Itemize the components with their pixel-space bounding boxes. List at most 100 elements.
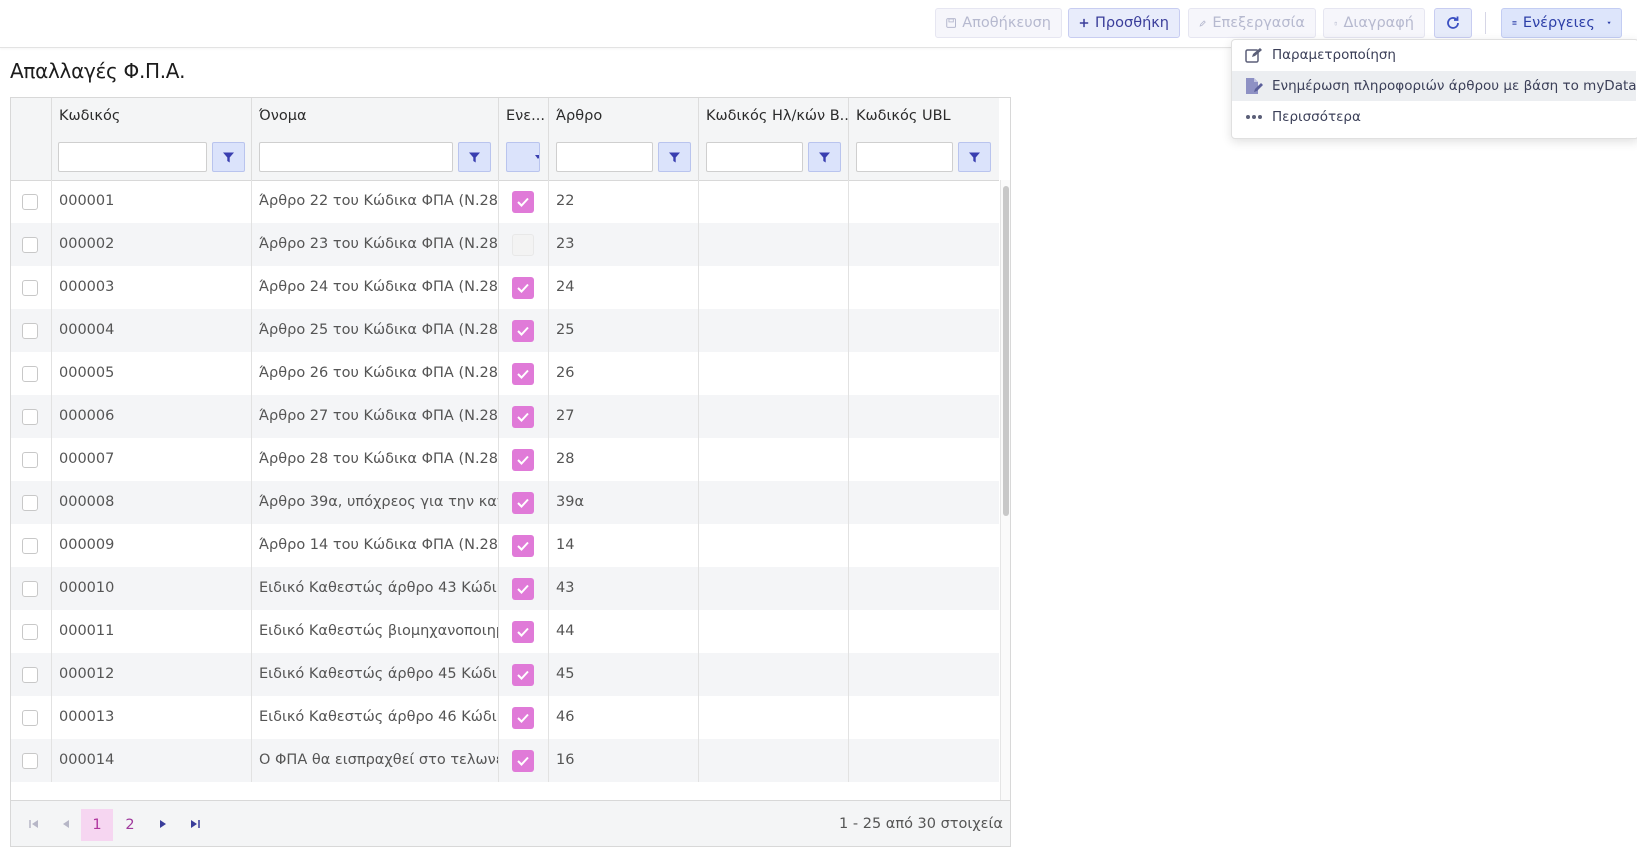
row-select-checkbox[interactable]	[22, 710, 38, 726]
save-button[interactable]: Αποθήκευση	[935, 8, 1062, 38]
menu-item-more[interactable]: Περισσότερα	[1232, 102, 1636, 132]
check-icon	[517, 670, 529, 680]
active-checkbox-checked[interactable]	[512, 578, 534, 600]
table-row[interactable]: 000005Άρθρο 26 του Κώδικα ΦΠΑ (Ν.2859/2 2…	[11, 352, 999, 395]
row-select-checkbox[interactable]	[22, 452, 38, 468]
row-select-checkbox[interactable]	[22, 753, 38, 769]
einvoice-code-filter-button[interactable]	[808, 142, 841, 172]
article-filter-button[interactable]	[658, 142, 691, 172]
scrollbar-thumb[interactable]	[1003, 186, 1009, 516]
table-row[interactable]: 000008Άρθρο 39α, υπόχρεος για την καταβο…	[11, 481, 999, 524]
article-filter-input[interactable]	[556, 142, 653, 172]
active-checkbox-checked[interactable]	[512, 621, 534, 643]
edit-button[interactable]: Επεξεργασία	[1188, 8, 1316, 38]
cell-code: 000001	[51, 180, 251, 223]
table-row[interactable]: 000007Άρθρο 28 του Κώδικα ΦΠΑ (Ν.2859/2 2…	[11, 438, 999, 481]
column-header-article[interactable]: Άρθρο	[548, 98, 698, 134]
first-page-button[interactable]	[21, 811, 47, 837]
table-row[interactable]: 000012Ειδικό Καθεστώς άρθρο 45 Κώδικα Φ 4…	[11, 653, 999, 696]
menu-item-update-article-info[interactable]: Ενημέρωση πληροφοριών άρθρου με βάση το …	[1232, 71, 1637, 101]
row-select-checkbox[interactable]	[22, 194, 38, 210]
add-button-label: Προσθήκη	[1095, 15, 1169, 31]
einvoice-code-filter-input[interactable]	[706, 142, 803, 172]
active-checkbox-checked[interactable]	[512, 750, 534, 772]
add-button[interactable]: Προσθήκη	[1068, 8, 1180, 38]
column-header-name[interactable]: Όνομα	[251, 98, 498, 134]
row-select-checkbox[interactable]	[22, 323, 38, 339]
table-row[interactable]: 000011 Ειδικό Καθεστώς βιομηχανοποιημέν 44	[11, 610, 999, 653]
cell-einvoice-code	[698, 395, 848, 438]
caret-down-icon	[535, 155, 539, 159]
cell-ubl-code	[848, 653, 998, 696]
row-select-checkbox[interactable]	[22, 538, 38, 554]
page-button-1[interactable]: 1	[81, 809, 113, 841]
page-title: Απαλλαγές Φ.Π.Α.	[10, 59, 186, 83]
column-header-ubl-code[interactable]: Κωδικός UBL	[848, 98, 998, 134]
filter-icon	[223, 152, 234, 162]
cell-active	[498, 567, 548, 610]
cell-name: Ειδικό Καθεστώς άρθρο 45 Κώδικα Φ	[251, 653, 498, 696]
table-row[interactable]: 000009Άρθρο 14 του Κώδικα ΦΠΑ (Ν.2859/2 1…	[11, 524, 999, 567]
row-select-checkbox[interactable]	[22, 409, 38, 425]
row-select-checkbox[interactable]	[22, 495, 38, 511]
table-row[interactable]: 000006Άρθρο 27 του Κώδικα ΦΠΑ (Ν.2859/2 2…	[11, 395, 999, 438]
cell-code: 000010	[51, 567, 251, 610]
table-row[interactable]: 000004Άρθρο 25 του Κώδικα ΦΠΑ (Ν.2859/2 2…	[11, 309, 999, 352]
cell-code: 000003	[51, 266, 251, 309]
row-select-checkbox[interactable]	[22, 237, 38, 253]
cell-article: 26	[548, 352, 698, 395]
check-icon	[517, 498, 529, 508]
active-checkbox-unchecked[interactable]	[512, 234, 534, 256]
active-checkbox-checked[interactable]	[512, 664, 534, 686]
table-row[interactable]: 000003Άρθρο 24 του Κώδικα ΦΠΑ (Ν.2859/2 2…	[11, 266, 999, 309]
delete-button[interactable]: Διαγραφή	[1323, 8, 1425, 38]
active-checkbox-checked[interactable]	[512, 492, 534, 514]
active-checkbox-checked[interactable]	[512, 191, 534, 213]
row-select-checkbox[interactable]	[22, 280, 38, 296]
table-row[interactable]: 000014 Ο ΦΠΑ θα εισπραχθεί στο τελωνείο 16	[11, 739, 999, 782]
actions-button[interactable]: Ενέργειες	[1501, 8, 1622, 38]
table-row[interactable]: 000002Άρθρο 23 του Κώδικα ΦΠΑ (Ν.2859/2 2…	[11, 223, 999, 266]
ubl-code-filter-input[interactable]	[856, 142, 953, 172]
ubl-code-filter-button[interactable]	[958, 142, 991, 172]
active-checkbox-checked[interactable]	[512, 707, 534, 729]
cell-ubl-code	[848, 180, 998, 223]
caret-left-icon	[63, 820, 69, 828]
check-icon	[517, 197, 529, 207]
active-checkbox-checked[interactable]	[512, 363, 534, 385]
menu-item-parameterization[interactable]: Παραμετροποίηση	[1232, 40, 1636, 70]
cell-name: Ειδικό Καθεστώς άρθρο 46 Κώδικα Φ	[251, 696, 498, 739]
column-header-code[interactable]: Κωδικός	[51, 98, 251, 134]
active-checkbox-checked[interactable]	[512, 277, 534, 299]
name-filter-button[interactable]	[458, 142, 491, 172]
active-checkbox-checked[interactable]	[512, 535, 534, 557]
menu-item-label: Περισσότερα	[1272, 109, 1361, 125]
active-filter-dropdown[interactable]	[506, 142, 540, 172]
cell-ubl-code	[848, 739, 998, 782]
table-row[interactable]: 000001Άρθρο 22 του Κώδικα ΦΠΑ (Ν.2859/2 2…	[11, 180, 999, 223]
active-checkbox-checked[interactable]	[512, 406, 534, 428]
vertical-scrollbar[interactable]	[1000, 180, 1010, 800]
row-select-checkbox[interactable]	[22, 581, 38, 597]
table-row[interactable]: 000010Ειδικό Καθεστώς άρθρο 43 Κώδικα Φ 4…	[11, 567, 999, 610]
cell-active	[498, 524, 548, 567]
row-select-checkbox[interactable]	[22, 366, 38, 382]
prev-page-button[interactable]	[53, 811, 79, 837]
cell-article: 14	[548, 524, 698, 567]
refresh-button[interactable]	[1434, 8, 1472, 38]
column-header-einvoice-code[interactable]: Κωδικός Ηλ/κών Β...	[698, 98, 848, 134]
active-checkbox-checked[interactable]	[512, 449, 534, 471]
filter-icon	[469, 152, 480, 162]
actions-dropdown-menu: Παραμετροποίηση Ενημέρωση πληροφοριών άρ…	[1231, 39, 1637, 139]
row-select-checkbox[interactable]	[22, 624, 38, 640]
last-page-button[interactable]	[182, 811, 208, 837]
active-checkbox-checked[interactable]	[512, 320, 534, 342]
row-select-checkbox[interactable]	[22, 667, 38, 683]
code-filter-input[interactable]	[58, 142, 207, 172]
code-filter-button[interactable]	[212, 142, 245, 172]
name-filter-input[interactable]	[259, 142, 453, 172]
column-header-active[interactable]: Ενε...	[498, 98, 548, 134]
table-row[interactable]: 000013Ειδικό Καθεστώς άρθρο 46 Κώδικα Φ 4…	[11, 696, 999, 739]
page-button-2[interactable]: 2	[114, 809, 146, 841]
next-page-button[interactable]	[150, 811, 176, 837]
